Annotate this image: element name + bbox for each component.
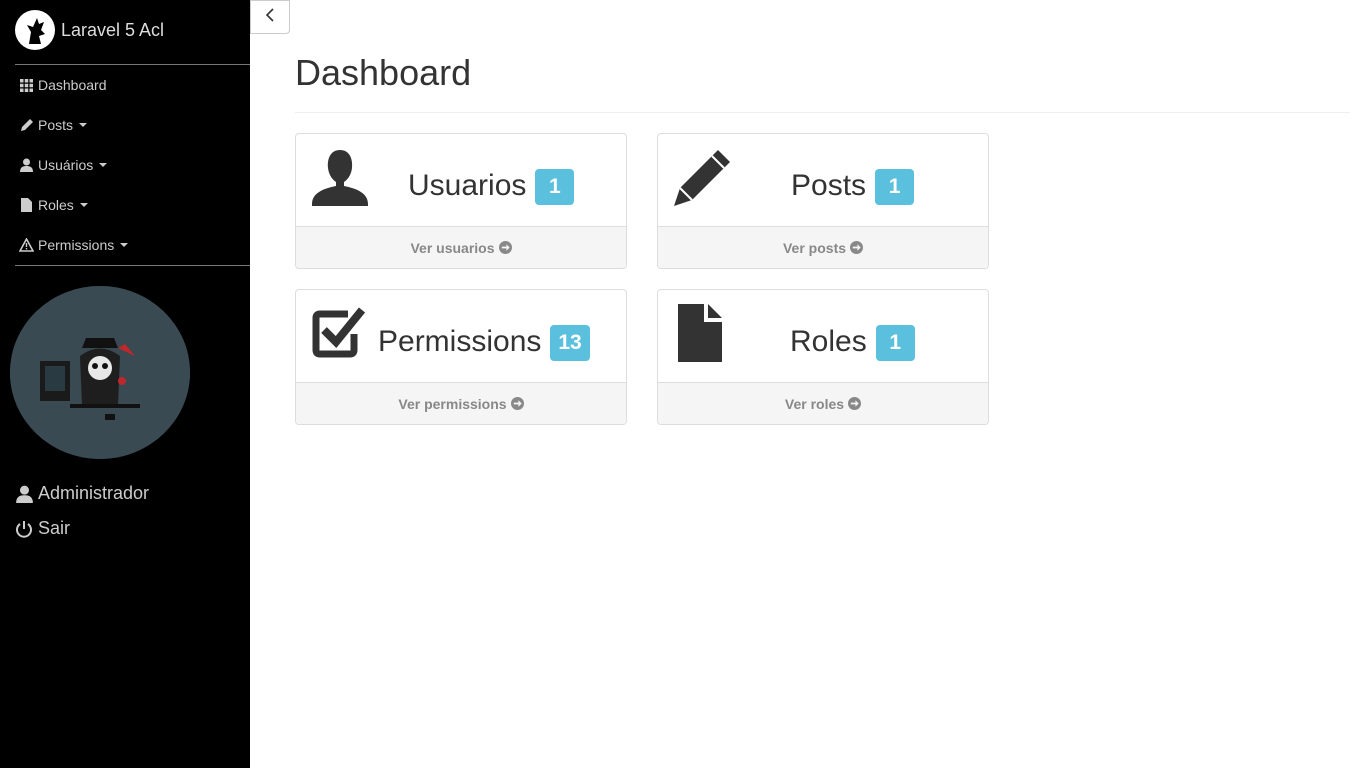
warning-icon <box>19 238 34 253</box>
sidebar-toggle-button[interactable] <box>250 0 290 34</box>
arrow-circle-right-icon <box>848 397 862 410</box>
sidebar-item-dashboard[interactable]: Dashboard <box>15 65 250 105</box>
card-title: Roles <box>790 324 867 358</box>
sidebar-item-permissions[interactable]: Permissions <box>15 225 250 265</box>
card-heading: Usuarios 1 <box>408 166 575 205</box>
card-heading: Roles 1 <box>790 322 915 361</box>
sidebar-nav: Dashboard Posts Usuários Roles Permissio… <box>15 65 250 265</box>
sidebar-item-label: Dashboard <box>38 77 107 93</box>
count-badge: 13 <box>550 325 590 361</box>
arrow-circle-right-icon <box>850 241 864 254</box>
brand-title: Laravel 5 Acl <box>61 19 165 40</box>
power-icon <box>15 520 33 538</box>
sidebar-divider <box>15 265 250 266</box>
ver-usuarios-link[interactable]: Ver usuarios <box>296 226 626 268</box>
sidebar-item-label: Permissions <box>38 237 115 253</box>
sidebar-item-posts[interactable]: Posts <box>15 105 250 145</box>
profile-link[interactable]: Administrador <box>15 483 149 504</box>
logout-label: Sair <box>38 518 71 538</box>
caret-down-icon <box>79 203 88 207</box>
pencil-icon <box>19 118 34 133</box>
user-icon <box>19 158 34 173</box>
sidebar-item-label: Roles <box>38 197 74 213</box>
sidebar-item-roles[interactable]: Roles <box>15 185 250 225</box>
sidebar-item-label: Posts <box>38 117 74 133</box>
usuarios-card: Usuarios 1 Ver usuarios <box>295 133 627 269</box>
arrow-circle-right-icon <box>510 397 524 410</box>
count-badge: 1 <box>875 325 915 361</box>
card-link-label: Ver usuarios <box>410 239 495 256</box>
sidebar-item-label: Usuários <box>38 157 94 173</box>
brand-link[interactable]: Laravel 5 Acl <box>15 10 164 50</box>
ver-posts-link[interactable]: Ver posts <box>658 226 988 268</box>
card-link-label: Ver roles <box>784 395 845 412</box>
check-square-icon <box>310 304 370 364</box>
card-heading: Posts 1 <box>791 166 915 205</box>
logout-link[interactable]: Sair <box>15 518 70 539</box>
caret-down-icon <box>120 243 129 247</box>
pencil-icon <box>672 148 732 208</box>
ver-roles-link[interactable]: Ver roles <box>658 382 988 424</box>
roles-card: Roles 1 Ver roles <box>657 289 989 425</box>
user-icon <box>310 148 370 208</box>
page-title: Dashboard <box>295 52 472 93</box>
file-icon <box>19 198 34 213</box>
arrow-circle-right-icon <box>498 241 512 254</box>
ver-permissions-link[interactable]: Ver permissions <box>296 382 626 424</box>
user-avatar <box>10 286 190 459</box>
count-badge: 1 <box>875 169 915 205</box>
card-link-label: Ver posts <box>782 239 847 256</box>
file-icon <box>678 304 738 364</box>
card-title: Permissions <box>378 324 542 358</box>
title-divider <box>295 112 1350 113</box>
user-name: Administrador <box>38 483 150 503</box>
caret-down-icon <box>99 163 108 167</box>
grid-icon <box>19 78 34 93</box>
card-heading: Permissions 13 <box>378 322 590 361</box>
posts-card: Posts 1 Ver posts <box>657 133 989 269</box>
chevron-left-icon <box>265 7 275 27</box>
wolf-logo-icon <box>15 10 55 50</box>
sidebar: Laravel 5 Acl Dashboard Posts Usuários R… <box>0 0 250 768</box>
permissions-card: Permissions 13 Ver permissions <box>295 289 627 425</box>
sidebar-item-usuarios[interactable]: Usuários <box>15 145 250 185</box>
card-title: Usuarios <box>408 168 527 202</box>
count-badge: 1 <box>535 169 575 205</box>
card-link-label: Ver permissions <box>398 395 507 412</box>
caret-down-icon <box>79 123 88 127</box>
user-icon <box>15 485 33 503</box>
card-title: Posts <box>791 168 867 202</box>
